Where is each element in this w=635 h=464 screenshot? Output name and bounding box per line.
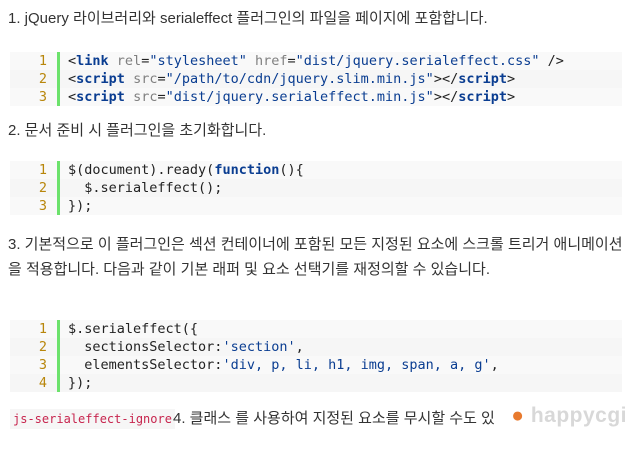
line-number: 1: [38, 321, 47, 337]
code-text: $(document).ready(function(){: [68, 162, 304, 178]
code-line: 1 $.serialeffect({: [10, 320, 622, 338]
inline-code-class-name: js-serialeffect-ignore: [10, 409, 175, 429]
line-number: 3: [38, 89, 47, 105]
watermark-text: happycgi: [530, 404, 627, 427]
code-line: 1 $(document).ready(function(){: [10, 161, 622, 179]
line-number: 2: [38, 71, 47, 87]
code-text: <script src="/path/to/cdn/jquery.slim.mi…: [68, 71, 516, 87]
code-line: 2 sectionsSelector:'section',: [10, 338, 622, 356]
line-number: 1: [38, 162, 47, 178]
gutter-bar: [57, 374, 60, 392]
code-line: 2 $.serialeffect();: [10, 179, 622, 197]
gutter-bar: [57, 52, 60, 70]
step3-text: 3. 기본적으로 이 플러그인은 섹션 컨테이너에 포함된 모든 지정된 요소에…: [8, 236, 623, 278]
gutter-bar: [57, 197, 60, 215]
code-text: elementsSelector:'div, p, li, h1, img, s…: [68, 357, 499, 373]
step1-text: 1. jQuery 라이브러리와 serialeffect 플러그인의 파일을 …: [8, 10, 488, 27]
gutter-bar: [57, 179, 60, 197]
code-block-2: 1 $(document).ready(function(){ 2 $.seri…: [10, 161, 622, 215]
code-text: sectionsSelector:'section',: [68, 339, 304, 355]
code-line: 1 <link rel="stylesheet" href="dist/jque…: [10, 52, 622, 70]
line-number: 2: [38, 339, 47, 355]
code-line: 3 });: [10, 197, 622, 215]
watermark-dot-icon: ●: [511, 404, 531, 427]
step2-text: 2. 문서 준비 시 플러그인을 초기화합니다.: [8, 122, 267, 139]
code-line: 2 <script src="/path/to/cdn/jquery.slim.…: [10, 70, 622, 88]
gutter-bar: [57, 338, 60, 356]
line-number: 2: [38, 180, 47, 196]
code-line: 3 elementsSelector:'div, p, li, h1, img,…: [10, 356, 622, 374]
code-text: });: [68, 198, 93, 214]
code-text: <link rel="stylesheet" href="dist/jquery…: [68, 53, 564, 69]
line-number: 4: [38, 375, 47, 391]
code-text: });: [68, 375, 93, 391]
gutter-bar: [57, 161, 60, 179]
code-text: $.serialeffect({: [68, 321, 199, 337]
code-text: <script src="dist/jquery.serialeffect.mi…: [68, 89, 516, 105]
gutter-bar: [57, 356, 60, 374]
code-line: 4 });: [10, 374, 622, 392]
line-number: 3: [38, 198, 47, 214]
line-number: 1: [38, 53, 47, 69]
gutter-bar: [57, 88, 60, 106]
watermark-logo: ● happycgi: [511, 404, 627, 428]
gutter-bar: [57, 320, 60, 338]
code-line: 3 <script src="dist/jquery.serialeffect.…: [10, 88, 622, 106]
code-block-1: 1 <link rel="stylesheet" href="dist/jque…: [10, 52, 622, 106]
step4-text: 4. 클래스 를 사용하여 지정된 요소를 무시할 수도 있: [173, 410, 495, 427]
code-text: $.serialeffect();: [68, 180, 223, 196]
code-block-3: 1 $.serialeffect({ 2 sectionsSelector:'s…: [10, 320, 622, 392]
gutter-bar: [57, 70, 60, 88]
line-number: 3: [38, 357, 47, 373]
